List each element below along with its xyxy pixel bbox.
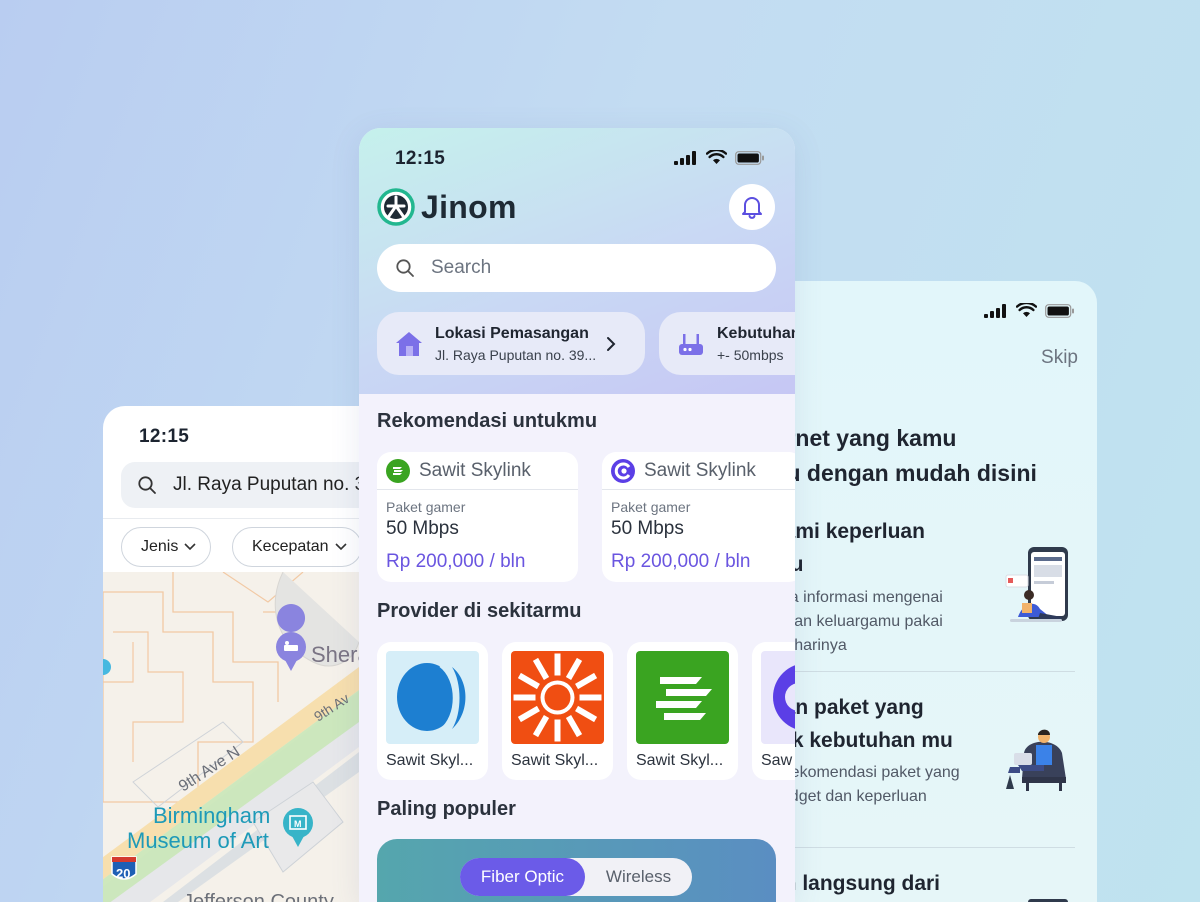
headline-line: mu dengan mudah disini	[766, 460, 1037, 486]
info-card-title: Kebutuhan	[717, 324, 795, 342]
step-divider	[794, 847, 1075, 848]
recommendation-provider: Sawit Skylink	[419, 459, 531, 481]
connection-type-toggle: Fiber Optic Wireless	[460, 858, 692, 896]
step-description: budget dan keperluan	[772, 788, 927, 805]
popular-banner: Fiber Optic Wireless	[377, 839, 776, 902]
onboarding-step-3: an langsung dari	[760, 865, 1075, 902]
jinom-logo-icon	[377, 188, 415, 226]
chevron-down-icon	[184, 543, 196, 551]
home-header: 12:15 Jinom Search Lokasi Pemasangan Jl.…	[359, 128, 795, 394]
headline-line: ternet yang kamu	[766, 425, 957, 451]
home-screen: 12:15 Jinom Search Lokasi Pemasangan Jl.…	[359, 128, 795, 902]
provider-card[interactable]: Saw	[752, 642, 795, 780]
toggle-fiber-optic[interactable]: Fiber Optic	[460, 858, 585, 896]
search-icon	[396, 259, 414, 277]
onboarding-headline: ternet yang kamu mu dengan mudah disini	[766, 421, 1037, 491]
recommendation-price: Rp 200,000 / bln	[611, 551, 751, 572]
popular-title: Paling populer	[377, 798, 516, 820]
search-input[interactable]: Search	[377, 244, 776, 292]
map-label-museum: Museum of Art	[127, 828, 269, 853]
map-view[interactable]: Sheraton 9th Ave N 9th Av Birmingham Mus…	[103, 571, 359, 902]
provider-logo-blue-icon	[386, 651, 479, 744]
recommendation-price: Rp 200,000 / bln	[386, 551, 526, 572]
step-description: n rekomendasi paket yang	[772, 764, 960, 781]
map-label-street: Jefferson County	[183, 891, 334, 902]
map-label-hotel: Sheraton	[311, 642, 359, 667]
battery-icon	[735, 150, 764, 165]
app-name: Jinom	[421, 188, 517, 225]
route-shield-number: 20	[116, 866, 130, 881]
step-title: an langsung dari	[772, 872, 941, 895]
provider-logo-purple-icon	[761, 651, 795, 744]
filter-chip-kecepatan[interactable]: Kecepatan	[232, 527, 359, 567]
status-bar	[984, 303, 1075, 318]
step-title: tuk kebutuhan mu	[772, 729, 953, 752]
onboarding-step-1: kami keperluan mu apa informasi mengenai…	[760, 513, 1075, 673]
provider-name: Sawit Skyl...	[511, 752, 599, 769]
signal-icon	[674, 150, 696, 165]
svg-text:M: M	[294, 819, 302, 829]
info-card-title: Lokasi Pemasangan	[435, 324, 589, 342]
provider-card[interactable]: Sawit Skyl...	[377, 642, 488, 780]
wifi-icon	[1016, 303, 1037, 317]
provider-logo-sun-icon	[511, 651, 604, 744]
step-divider	[794, 671, 1075, 672]
nearby-providers-title: Provider di sekitarmu	[377, 600, 582, 622]
app-logo: Jinom	[377, 188, 517, 226]
recommendation-speed: 50 Mbps	[386, 518, 459, 539]
provider-name: Saw	[761, 752, 793, 769]
recommendation-card[interactable]: Sawit Skylink Paket gamer 50 Mbps Rp 200…	[602, 452, 795, 582]
step-description: apa informasi mengenai	[772, 589, 943, 606]
chevron-right-icon	[607, 336, 616, 351]
provider-logo-green-icon	[636, 651, 729, 744]
location-search-value: Jl. Raya Puputan no. 39	[173, 474, 359, 495]
wifi-icon	[706, 150, 727, 164]
info-card-subtitle: +- 50mbps	[717, 346, 784, 363]
notification-button[interactable]	[729, 184, 775, 230]
filter-bar: Jenis Kecepatan	[103, 518, 359, 572]
recommendations-title: Rekomendasi untukmu	[377, 410, 598, 432]
phone-user-illustration	[1005, 547, 1068, 622]
location-search-input[interactable]: Jl. Raya Puputan no. 39	[121, 462, 359, 508]
provider-name: Sawit Skyl...	[636, 752, 724, 769]
signal-icon	[984, 303, 1006, 318]
search-placeholder: Search	[431, 257, 492, 278]
status-time: 12:15	[139, 426, 190, 447]
info-card-subtitle: Jl. Raya Puputan no. 39...	[435, 346, 597, 363]
provider-card[interactable]: Sawit Skyl...	[502, 642, 613, 780]
interstate-shield-icon: 20	[111, 856, 137, 881]
search-icon	[138, 476, 156, 494]
recommendation-package: Paket gamer	[386, 499, 466, 515]
recommendation-package: Paket gamer	[611, 499, 691, 515]
recommendation-card[interactable]: Sawit Skylink Paket gamer 50 Mbps Rp 200…	[377, 452, 578, 582]
recommendation-speed: 50 Mbps	[611, 518, 684, 539]
router-icon	[679, 333, 703, 355]
map-screen: 12:15 Jl. Raya Puputan no. 39 Jenis Kece…	[103, 406, 359, 902]
onboarding-step-2: kan paket yang tuk kebutuhan mu n rekome…	[760, 689, 1075, 849]
onboarding-screen: Skip ternet yang kamu mu dengan mudah di…	[760, 281, 1097, 902]
toggle-wireless[interactable]: Wireless	[585, 858, 692, 896]
status-time: 12:15	[395, 148, 446, 169]
status-bar	[674, 150, 765, 165]
chevron-down-icon	[334, 543, 347, 551]
map-label-museum: Birmingham	[153, 803, 270, 828]
filter-chip-label: Jenis	[141, 538, 179, 555]
provider-logo-green-icon	[386, 458, 410, 483]
bandwidth-needs-card[interactable]: Kebutuhan +- 50mbps	[659, 312, 795, 375]
skip-button[interactable]: Skip	[1041, 347, 1078, 369]
installation-location-card[interactable]: Lokasi Pemasangan Jl. Raya Puputan no. 3…	[377, 312, 645, 375]
recommendation-provider: Sawit Skylink	[644, 459, 756, 481]
filter-chip-label: Kecepatan	[252, 538, 329, 555]
map-canvas: Sheraton 9th Ave N 9th Av Birmingham Mus…	[103, 571, 359, 902]
provider-logo-purple-icon	[611, 458, 635, 483]
house-icon	[396, 331, 422, 356]
provider-name: Sawit Skyl...	[386, 752, 474, 769]
bell-icon	[742, 197, 762, 219]
provider-card[interactable]: Sawit Skyl...	[627, 642, 738, 780]
filter-chip-jenis[interactable]: Jenis	[121, 527, 212, 567]
battery-icon	[1045, 303, 1074, 318]
step-description: u dan keluargamu pakai	[772, 613, 943, 630]
sofa-user-illustration	[1006, 729, 1066, 791]
